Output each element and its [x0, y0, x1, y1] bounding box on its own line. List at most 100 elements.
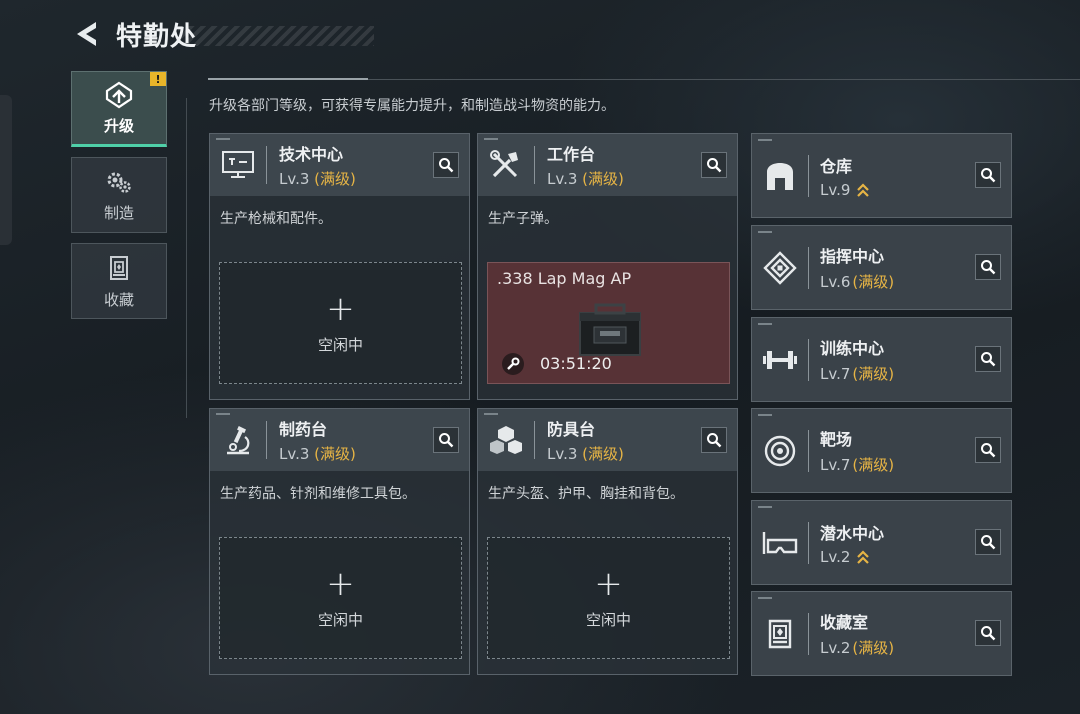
max-level-tag: (满级) — [314, 170, 356, 188]
separator — [534, 421, 535, 459]
card-icon-wrap — [752, 225, 808, 310]
separator — [808, 521, 809, 564]
inspect-button[interactable] — [975, 346, 1001, 372]
level-value: Lv.3 — [547, 170, 578, 188]
department-name: 训练中心 — [820, 339, 885, 358]
back-button[interactable] — [70, 17, 104, 51]
inspect-button[interactable] — [433, 427, 459, 453]
nav-collection[interactable]: 收藏 — [71, 243, 167, 319]
inspect-button[interactable] — [975, 620, 1001, 646]
level-value: Lv.6 — [820, 272, 851, 291]
magnifier-icon — [707, 433, 722, 448]
add-icon: + — [594, 563, 623, 604]
max-level-tag: (满级) — [852, 639, 895, 657]
cubes-icon — [490, 426, 522, 454]
department-name: 指挥中心 — [820, 247, 885, 266]
level-value: Lv.9 — [820, 180, 851, 199]
add-icon: + — [326, 288, 355, 329]
inspect-button[interactable] — [975, 254, 1001, 280]
department-level: Lv.3 (满级) — [547, 443, 624, 464]
idle-slot[interactable]: + 空闲中 — [219, 537, 462, 659]
nav-upgrade[interactable]: ! 升级 — [71, 71, 167, 147]
card-icon-wrap — [752, 500, 808, 585]
separator — [266, 421, 267, 459]
card-icon-wrap — [478, 134, 534, 196]
card-icon-wrap — [752, 133, 808, 218]
nav-craft[interactable]: 制造 — [71, 157, 167, 233]
magnifier-icon — [439, 158, 454, 173]
department-name: 潜水中心 — [820, 523, 885, 543]
department-description: 生产药品、针剂和维修工具包。 — [220, 486, 416, 502]
department-name: 仓库 — [820, 156, 853, 176]
level-value: Lv.3 — [547, 445, 578, 463]
idle-slot[interactable]: + 空闲中 — [487, 537, 730, 659]
production-item-name: .338 Lap Mag AP — [497, 269, 632, 288]
idle-label: 空闲中 — [317, 610, 363, 629]
card-header: 工作台 Lv.3 (满级) — [478, 134, 737, 196]
department-level: Lv.2 (满级) — [820, 637, 894, 658]
magnifier-icon — [981, 626, 996, 641]
department-name: 收藏室 — [820, 613, 869, 632]
idle-label: 空闲中 — [585, 610, 631, 629]
department-level: Lv.2 — [820, 548, 884, 566]
department-card-diving-center[interactable]: 潜水中心 Lv.2 — [751, 500, 1012, 585]
collection-icon — [110, 255, 128, 280]
level-value: Lv.3 — [279, 170, 310, 188]
department-card-tech-center[interactable]: 技术中心 Lv.3 (满级) 生产枪械和配件。 + 空闲中 — [209, 133, 470, 400]
collection-icon — [768, 619, 792, 648]
gears-icon — [107, 172, 131, 193]
inspect-button[interactable] — [975, 162, 1001, 188]
separator — [534, 146, 535, 184]
nav-label: 制造 — [103, 203, 134, 222]
department-level: Lv.7 (满级) — [820, 363, 894, 384]
department-card-collection-room[interactable]: 收藏室 Lv.2 (满级) — [751, 591, 1012, 676]
magnifier-icon — [707, 158, 722, 173]
nav-label: 升级 — [103, 116, 134, 135]
vertical-divider — [186, 98, 187, 418]
inspect-button[interactable] — [433, 152, 459, 178]
separator — [808, 338, 809, 381]
production-slot[interactable]: .338 Lap Mag AP 03:51:20 — [487, 262, 730, 384]
level-value: Lv.7 — [820, 455, 851, 474]
left-edge-tab — [0, 95, 12, 245]
level-value: Lv.3 — [279, 445, 310, 463]
department-card-pharmacy[interactable]: 制药台 Lv.3 (满级) 生产药品、针剂和维修工具包。 + 空闲中 — [209, 408, 470, 675]
idle-slot[interactable]: + 空闲中 — [219, 262, 462, 384]
inspect-button[interactable] — [975, 437, 1001, 463]
card-icon-wrap — [210, 134, 266, 196]
command-center-icon — [763, 250, 797, 285]
department-card-warehouse[interactable]: 仓库 Lv.9 — [751, 133, 1012, 218]
department-card-armor-bench[interactable]: 防具台 Lv.3 (满级) 生产头盔、护甲、胸挂和背包。 + 空闲中 — [477, 408, 738, 675]
department-level: Lv.6 (满级) — [820, 271, 894, 292]
level-value: Lv.2 — [820, 547, 851, 566]
department-card-shooting-range[interactable]: 靶场 Lv.7 (满级) — [751, 408, 1012, 493]
dumbbell-icon — [763, 350, 797, 369]
upgrade-available-icon — [857, 182, 870, 197]
microscope-icon — [227, 426, 250, 455]
divider-highlight — [208, 78, 368, 80]
ammo-crate-image — [579, 303, 641, 356]
card-icon-wrap — [478, 409, 534, 471]
add-icon: + — [326, 563, 355, 604]
department-level: Lv.9 — [820, 181, 870, 199]
department-name: 技术中心 — [279, 145, 344, 164]
department-level: Lv.3 (满级) — [547, 168, 624, 189]
max-level-tag: (满级) — [852, 365, 895, 383]
department-card-workbench[interactable]: 工作台 Lv.3 (满级) 生产子弹。 .338 Lap Mag AP 03:5… — [477, 133, 738, 400]
magnifier-icon — [981, 352, 996, 367]
max-level-tag: (满级) — [582, 170, 624, 188]
level-value: Lv.2 — [820, 638, 851, 657]
magnifier-icon — [981, 260, 996, 275]
inspect-button[interactable] — [701, 152, 727, 178]
warehouse-icon — [767, 162, 793, 190]
department-card-command-center[interactable]: 指挥中心 Lv.6 (满级) — [751, 225, 1012, 310]
inspect-button[interactable] — [701, 427, 727, 453]
department-level: Lv.3 (满级) — [279, 168, 356, 189]
inspect-button[interactable] — [975, 529, 1001, 555]
magnifier-icon — [981, 168, 996, 183]
max-level-tag: (满级) — [314, 445, 356, 463]
upgrade-available-icon — [857, 549, 870, 564]
department-card-training-center[interactable]: 训练中心 Lv.7 (满级) — [751, 317, 1012, 402]
card-header: 制药台 Lv.3 (满级) — [210, 409, 469, 471]
separator — [266, 146, 267, 184]
